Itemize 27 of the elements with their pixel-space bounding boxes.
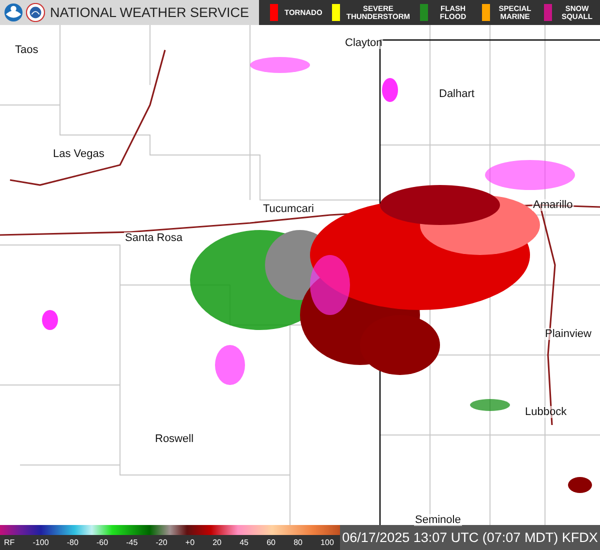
scale-tick-label: 100: [320, 538, 334, 547]
city-label: Dalhart: [438, 88, 476, 100]
scale-tick-label: -60: [96, 538, 108, 547]
scale-unit: RF: [4, 538, 15, 547]
noaa-logo-icon: [4, 3, 23, 22]
scale-tick-label: -20: [156, 538, 168, 547]
scale-tick-label: -100: [32, 538, 49, 547]
scale-tick-label: 80: [294, 538, 302, 547]
city-label: Taos: [14, 44, 40, 56]
city-label: Roswell: [154, 433, 195, 445]
city-label: Clayton: [344, 37, 384, 49]
scale-tick-label: +0: [185, 538, 195, 547]
timestamp: 06/17/2025 13:07 UTC (07:07 MDT) KFDX: [340, 525, 600, 550]
city-label: Las Vegas: [52, 148, 106, 160]
scale-tick-label: -45: [126, 538, 138, 547]
city-label: Amarillo: [532, 199, 574, 211]
scale-tick-label: 20: [212, 538, 222, 547]
city-label: Santa Rosa: [124, 232, 184, 244]
city-label: Plainview: [544, 328, 592, 340]
scale-tick-label: 60: [266, 538, 276, 547]
nws-logo-icon: [26, 3, 45, 22]
city-label: Lubbock: [524, 406, 568, 418]
city-label: Tucumcari: [262, 203, 315, 215]
scale-tick-label: -80: [66, 538, 78, 547]
city-label: Seminole: [414, 514, 462, 526]
site-title: NATIONAL WEATHER SERVICE: [50, 5, 250, 20]
scale-tick-label: 45: [240, 538, 248, 547]
